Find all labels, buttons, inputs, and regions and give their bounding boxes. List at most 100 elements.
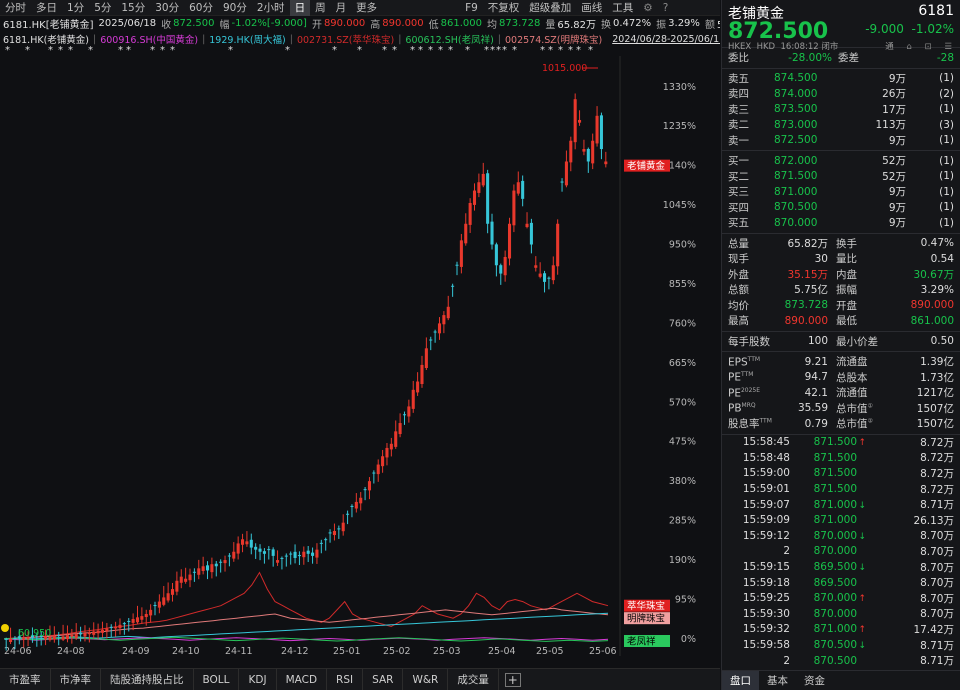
event-star[interactable]: * <box>410 46 415 56</box>
indicator-tab[interactable]: BOLL <box>194 668 240 690</box>
tool-button[interactable]: 工具 <box>607 0 638 16</box>
indicator-tab[interactable]: W&R <box>403 668 449 690</box>
event-star[interactable]: * <box>418 46 423 56</box>
period-tab[interactable]: 2小时 <box>252 0 290 16</box>
period-tab[interactable]: 多日 <box>31 0 62 16</box>
event-star[interactable]: * <box>548 46 553 56</box>
event-star[interactable]: * <box>228 46 233 56</box>
tick-price-value: 869.500 <box>813 576 857 589</box>
order-level[interactable]: 买四 870.500 9万 (1) <box>722 200 960 216</box>
indicator-tab[interactable]: SAR <box>363 668 404 690</box>
event-star[interactable]: * <box>118 46 123 56</box>
period-tab[interactable]: 90分 <box>218 0 252 16</box>
period-tab[interactable]: 周 <box>310 0 331 16</box>
indicator-tab[interactable]: 陆股通持股占比 <box>101 668 194 690</box>
event-star[interactable]: * <box>558 46 563 56</box>
legend-item[interactable]: 002731.SZ(萃华珠宝) <box>297 32 394 46</box>
event-star[interactable]: * <box>568 46 573 56</box>
event-star[interactable]: * <box>382 46 387 56</box>
event-star[interactable]: * <box>512 46 517 56</box>
fund-value: 35.59 <box>797 402 828 415</box>
event-star[interactable]: * <box>68 46 73 56</box>
event-star[interactable]: * <box>48 46 53 56</box>
indicator-tab[interactable]: KDJ <box>239 668 277 690</box>
event-star[interactable]: * <box>150 46 155 56</box>
indicator-tab[interactable]: 成交量 <box>448 668 499 690</box>
event-star[interactable]: * <box>25 46 30 56</box>
event-star[interactable]: * <box>502 46 507 56</box>
tick-row: 2 870.500 8.71万 <box>722 653 960 669</box>
period-tab[interactable]: 15分 <box>116 0 150 16</box>
indicator-tab[interactable]: RSI <box>327 668 364 690</box>
period-tab[interactable]: 30分 <box>150 0 184 16</box>
period-tab[interactable]: 1分 <box>62 0 89 16</box>
event-star[interactable]: * <box>484 46 489 56</box>
settings-icon[interactable]: ⚙ <box>638 0 657 16</box>
bell-icon[interactable]: ⌂ <box>906 42 911 52</box>
event-star[interactable]: * <box>588 46 593 56</box>
legend-item[interactable]: 1929.HK(周大福) <box>209 32 285 46</box>
expand-icon[interactable]: ⊡ <box>925 42 932 52</box>
x-tick-label: 25-04 <box>488 646 516 656</box>
order-level[interactable]: 买五 870.000 9万 (1) <box>722 215 960 231</box>
order-level[interactable]: 卖四 874.000 26万 (2) <box>722 86 960 102</box>
tool-button[interactable]: 不复权 <box>483 0 525 16</box>
period-tab[interactable]: 60分 <box>184 0 218 16</box>
legend-item[interactable]: 600916.SH(中国黄金) <box>100 32 198 46</box>
kline-chart[interactable]: 1330%1235%1140%1045%950%855%760%665%570%… <box>0 56 720 656</box>
panel-tab[interactable]: 基本 <box>759 671 796 690</box>
event-star[interactable]: * <box>540 46 545 56</box>
event-star[interactable]: * <box>5 46 10 56</box>
date-range[interactable]: 2024/06/28-2025/06/1... <box>612 34 720 45</box>
event-star[interactable]: * <box>88 46 93 56</box>
order-level[interactable]: 买二 871.500 52万 (1) <box>722 169 960 185</box>
add-indicator-icon[interactable]: + <box>504 672 521 687</box>
indicator-tab[interactable]: MACD <box>277 668 328 690</box>
tick-list[interactable]: 15:58:45 871.500↑ 8.72万 15:58:48 871.500 8.72… <box>722 435 960 685</box>
event-star[interactable]: * <box>160 46 165 56</box>
period-tab[interactable]: 日 <box>289 0 311 16</box>
series-tag-label: 老铺黄金 <box>627 160 666 172</box>
order-level[interactable]: 买一 872.000 52万 (1) <box>722 153 960 169</box>
event-star[interactable]: * <box>428 46 433 56</box>
event-star[interactable]: * <box>357 46 362 56</box>
level-volume: 17万 <box>882 103 906 116</box>
event-star[interactable]: * <box>170 46 175 56</box>
candle-body <box>411 389 415 409</box>
event-star[interactable]: * <box>392 46 397 56</box>
period-tab[interactable]: 更多 <box>351 0 382 16</box>
panel-tab[interactable]: 盘口 <box>722 670 759 690</box>
panel-tab[interactable]: 资金 <box>796 671 833 690</box>
event-star[interactable]: * <box>332 46 337 56</box>
legend-item[interactable]: 600612.SH(老凤祥) <box>405 32 493 46</box>
legend-item[interactable]: 002574.SZ(明牌珠宝) <box>505 32 602 46</box>
period-tab[interactable]: 月 <box>331 0 352 16</box>
event-star[interactable]: * <box>465 46 470 56</box>
menu-icon[interactable]: ☰ <box>944 42 952 52</box>
period-tab[interactable]: 5分 <box>89 0 116 16</box>
event-star[interactable]: * <box>438 46 443 56</box>
order-level[interactable]: 买三 871.000 9万 (1) <box>722 184 960 200</box>
low-marker <box>1 624 9 632</box>
indicator-tab[interactable]: 市盈率 <box>0 668 51 690</box>
fund-label-sup: MRQ <box>741 402 756 409</box>
order-level[interactable]: 卖一 872.500 9万 (1) <box>722 133 960 149</box>
tool-button[interactable]: 画线 <box>576 0 607 16</box>
candle-body <box>74 633 78 638</box>
event-star[interactable]: * <box>576 46 581 56</box>
legend-item[interactable]: 6181.HK(老铺黄金) <box>3 32 89 46</box>
event-star[interactable]: * <box>58 46 63 56</box>
order-level[interactable]: 卖三 873.500 17万 (1) <box>722 102 960 118</box>
order-level[interactable]: 卖五 874.500 9万 (1) <box>722 71 960 87</box>
event-star[interactable]: * <box>285 46 290 56</box>
event-star[interactable]: * <box>490 46 495 56</box>
tool-button[interactable]: F9 <box>460 0 483 16</box>
period-tab[interactable]: 分时 <box>0 0 31 16</box>
tool-button[interactable]: 超级叠加 <box>524 0 576 16</box>
event-star[interactable]: * <box>126 46 131 56</box>
order-level[interactable]: 卖二 873.000 113万 (3) <box>722 117 960 133</box>
indicator-tab[interactable]: 市净率 <box>51 668 101 690</box>
help-icon[interactable]: ? <box>658 0 674 16</box>
event-star[interactable]: * <box>496 46 501 56</box>
event-star[interactable]: * <box>448 46 453 56</box>
